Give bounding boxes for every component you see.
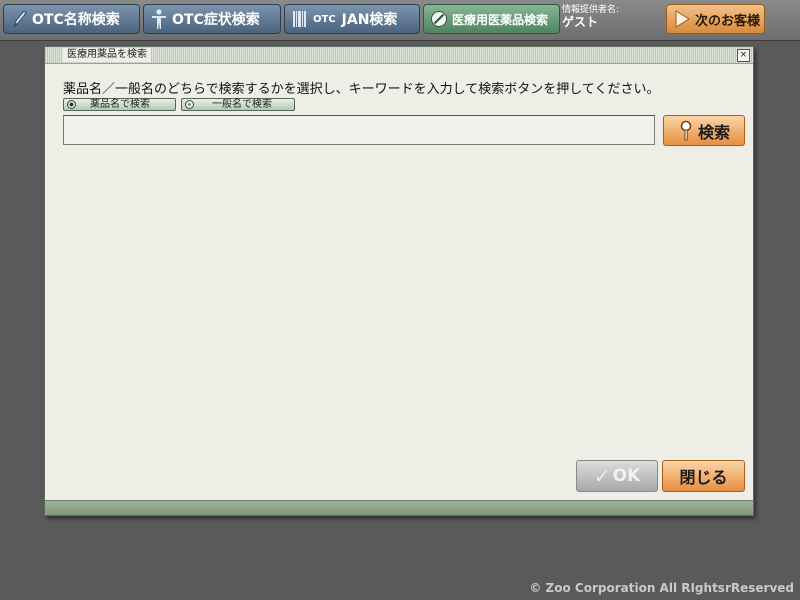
provider-name: ゲスト	[562, 15, 599, 29]
medical-drug-search-dialog: 医療用薬品を検索 × 薬品名／一般名のどちらで検索するかを選択し、キーワードを入…	[44, 46, 754, 516]
human-figure-icon	[150, 8, 168, 30]
top-toolbar: OTC名称検索 OTC症状検索 OTC JAN検索 医療用医薬品検索 情報提供者…	[0, 0, 800, 41]
radio-selected-icon	[67, 100, 76, 109]
close-button[interactable]: 閉じる	[662, 460, 745, 492]
dialog-footer-bar	[45, 500, 753, 515]
search-button[interactable]: 検索	[663, 115, 745, 146]
ok-button[interactable]: ✓ OK	[576, 460, 658, 492]
radio-generic-name[interactable]: 一般名で検索	[181, 98, 295, 111]
medical-drug-search-button[interactable]: 医療用医薬品検索	[423, 4, 560, 34]
radio-generic-name-label: 一般名で検索	[212, 99, 272, 110]
radio-drug-name-label: 薬品名で検索	[90, 99, 150, 110]
otc-jan-search-button[interactable]: OTC JAN検索	[284, 4, 420, 34]
pill-icon	[430, 8, 448, 30]
provider-info: 情報提供者名: ゲスト	[562, 4, 662, 34]
dialog-title: 医療用薬品を検索	[63, 48, 151, 62]
otc-symptom-search-button[interactable]: OTC症状検索	[143, 4, 281, 34]
pen-icon	[10, 8, 28, 30]
search-key-icon	[680, 120, 692, 140]
search-keyword-input[interactable]	[63, 115, 655, 145]
next-customer-button[interactable]: 次のお客様	[666, 4, 765, 34]
close-icon[interactable]: ×	[737, 49, 750, 62]
checkmark-icon: ✓	[593, 464, 611, 488]
radio-unselected-icon	[185, 100, 194, 109]
instruction-text: 薬品名／一般名のどちらで検索するかを選択し、キーワードを入力して検索ボタンを押し…	[63, 82, 660, 97]
radio-drug-name[interactable]: 薬品名で検索	[63, 98, 176, 111]
otc-name-search-button[interactable]: OTC名称検索	[3, 4, 140, 34]
barcode-icon	[291, 8, 309, 30]
dialog-title-bar[interactable]: 医療用薬品を検索 ×	[45, 47, 753, 64]
copyright-text: © Zoo Corporation All RIghtsrReserved	[529, 581, 794, 595]
play-arrow-icon	[673, 8, 691, 30]
